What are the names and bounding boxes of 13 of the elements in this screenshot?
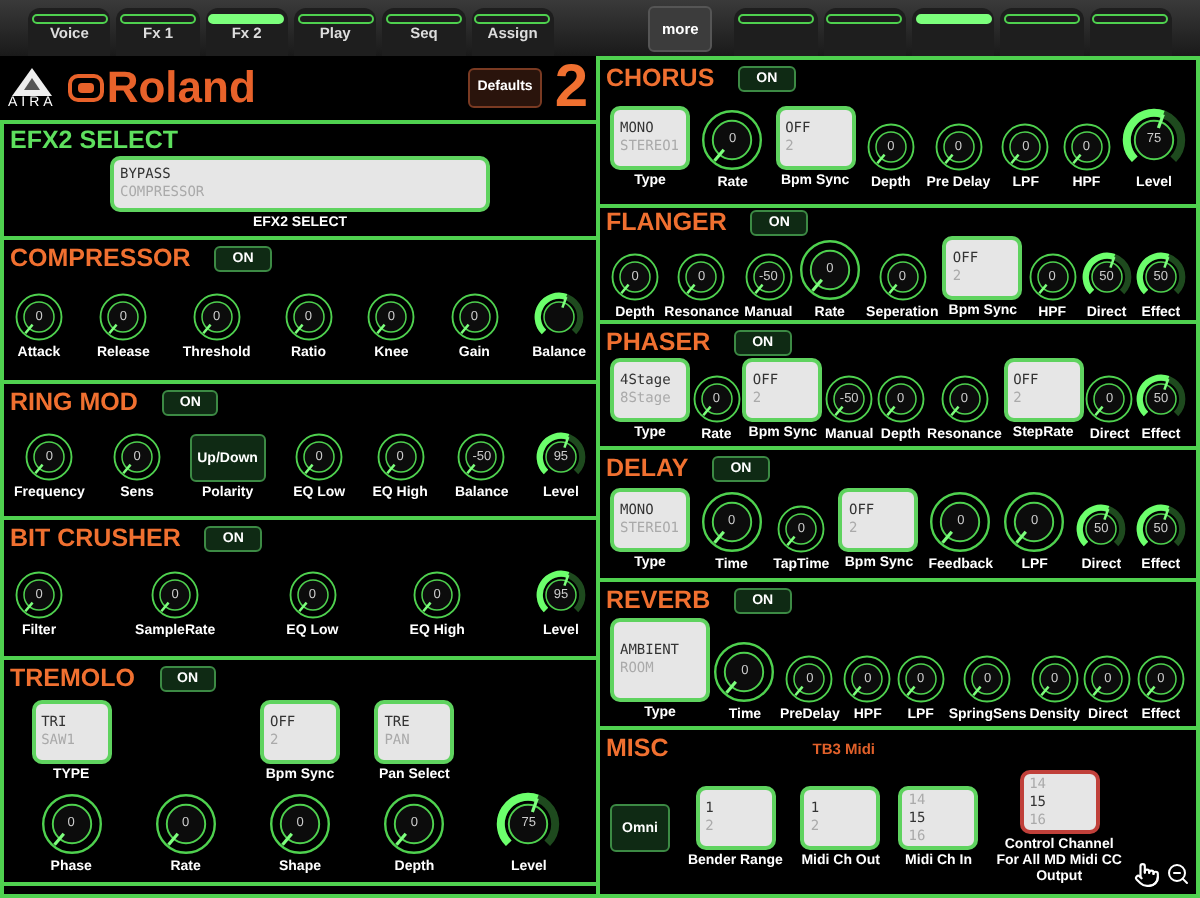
section-title: DELAY <box>606 456 689 482</box>
section-title: RING MOD <box>10 390 138 416</box>
section-title: BIT CRUSHER <box>10 526 181 552</box>
logo-text: Roland <box>106 66 256 110</box>
section-title: COMPRESSOR <box>10 246 191 272</box>
section-title: EFX2 SELECT <box>10 128 179 154</box>
fx-number: 2 <box>554 58 588 118</box>
section-title: MISC <box>606 736 669 762</box>
section-title: PHASER <box>606 329 711 355</box>
section-title: CHORUS <box>606 66 715 92</box>
section-title: REVERB <box>606 588 711 614</box>
section-title: TREMOLO <box>10 666 135 692</box>
section-title: FLANGER <box>606 210 727 236</box>
